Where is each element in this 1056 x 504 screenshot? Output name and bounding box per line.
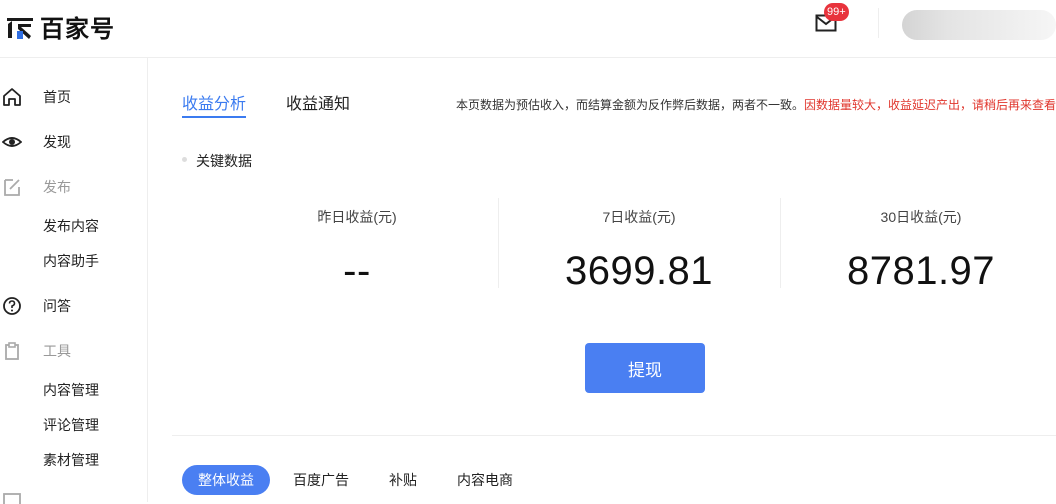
edit-icon bbox=[4, 179, 20, 196]
unread-badge: 99+ bbox=[824, 3, 849, 21]
sidebar-item-label: 发布 bbox=[43, 179, 71, 195]
filter-baidu-ads[interactable]: 百度广告 bbox=[293, 465, 349, 495]
sidebar-item-label: 评论管理 bbox=[43, 417, 99, 433]
stat-label: 7日收益(元) bbox=[602, 209, 676, 225]
sidebar-item-content-assistant[interactable]: 内容助手 bbox=[0, 244, 147, 278]
sidebar-item-content-management[interactable]: 内容管理 bbox=[0, 373, 147, 407]
filter-overall-revenue[interactable]: 整体收益 bbox=[182, 465, 270, 495]
stat-value: 8781.97 bbox=[846, 249, 996, 293]
tab-revenue-notice[interactable]: 收益通知 bbox=[286, 90, 350, 114]
eye-icon bbox=[2, 137, 22, 147]
active-tab-indicator bbox=[182, 116, 246, 118]
clipboard-icon bbox=[5, 342, 19, 360]
filter-content-ecommerce[interactable]: 内容电商 bbox=[457, 465, 513, 495]
stat-yesterday: 昨日收益(元) -- bbox=[216, 200, 498, 294]
sidebar-item-label: 问答 bbox=[43, 298, 71, 314]
section-bullet bbox=[182, 157, 187, 162]
sidebar-item-tools[interactable]: 工具 bbox=[0, 334, 147, 368]
header-divider bbox=[878, 8, 879, 38]
sidebar-item-publish[interactable]: 发布 bbox=[0, 170, 147, 204]
sidebar-item-label: 素材管理 bbox=[43, 452, 99, 468]
question-icon bbox=[3, 297, 21, 315]
sidebar-item-label: 首页 bbox=[43, 89, 71, 105]
top-header: 百家号 99+ bbox=[0, 0, 1056, 58]
sidebar-item-material-management[interactable]: 素材管理 bbox=[0, 443, 147, 477]
stat-7-days: 7日收益(元) 3699.81 bbox=[498, 200, 780, 294]
section-title: 关键数据 bbox=[196, 153, 252, 169]
sidebar-item-discover[interactable]: 发现 bbox=[0, 125, 147, 159]
sidebar-item-publish-content[interactable]: 发布内容 bbox=[0, 209, 147, 243]
stat-value: -- bbox=[343, 249, 371, 293]
sidebar-item-label: 内容管理 bbox=[43, 382, 99, 398]
logo-mark-icon bbox=[7, 17, 33, 39]
data-notice: 本页数据为预估收入，而结算金额为反作弊后数据，两者不一致。因数据量较大，收益延迟… bbox=[456, 96, 1056, 113]
sidebar-item-label: 内容助手 bbox=[43, 253, 99, 269]
baijiahao-logo[interactable]: 百家号 bbox=[4, 9, 115, 44]
notice-warning-text: 因数据量较大，收益延迟产出，请稍后再来查看 bbox=[804, 98, 1056, 112]
sidebar-item-home[interactable]: 首页 bbox=[0, 80, 147, 114]
notice-text: 本页数据为预估收入，而结算金额为反作弊后数据，两者不一致。 bbox=[456, 98, 805, 112]
sidebar-item-label: 发现 bbox=[43, 134, 71, 150]
stat-label: 30日收益(元) bbox=[880, 209, 962, 225]
user-account-blurred[interactable] bbox=[902, 10, 1056, 40]
section-divider bbox=[172, 435, 1056, 436]
sidebar: 首页 发现 发布 发布内容 内容助手 问答 工具 内容管理 评论管理 素材管理 bbox=[0, 58, 148, 504]
sidebar-item-label: 发布内容 bbox=[43, 218, 99, 234]
sidebar-item-comment-management[interactable]: 评论管理 bbox=[0, 408, 147, 442]
stat-30-days: 30日收益(元) 8781.97 bbox=[780, 200, 1056, 294]
sidebar-item-qa[interactable]: 问答 bbox=[0, 289, 147, 323]
sidebar-item-label: 工具 bbox=[43, 343, 71, 359]
stat-value: 3699.81 bbox=[564, 249, 714, 293]
home-icon bbox=[3, 88, 21, 106]
withdraw-button[interactable]: 提现 bbox=[585, 343, 705, 393]
logo-text: 百家号 bbox=[40, 16, 115, 43]
stat-label: 昨日收益(元) bbox=[317, 209, 397, 225]
filter-subsidy[interactable]: 补贴 bbox=[389, 465, 417, 495]
tab-revenue-analysis[interactable]: 收益分析 bbox=[182, 90, 246, 114]
